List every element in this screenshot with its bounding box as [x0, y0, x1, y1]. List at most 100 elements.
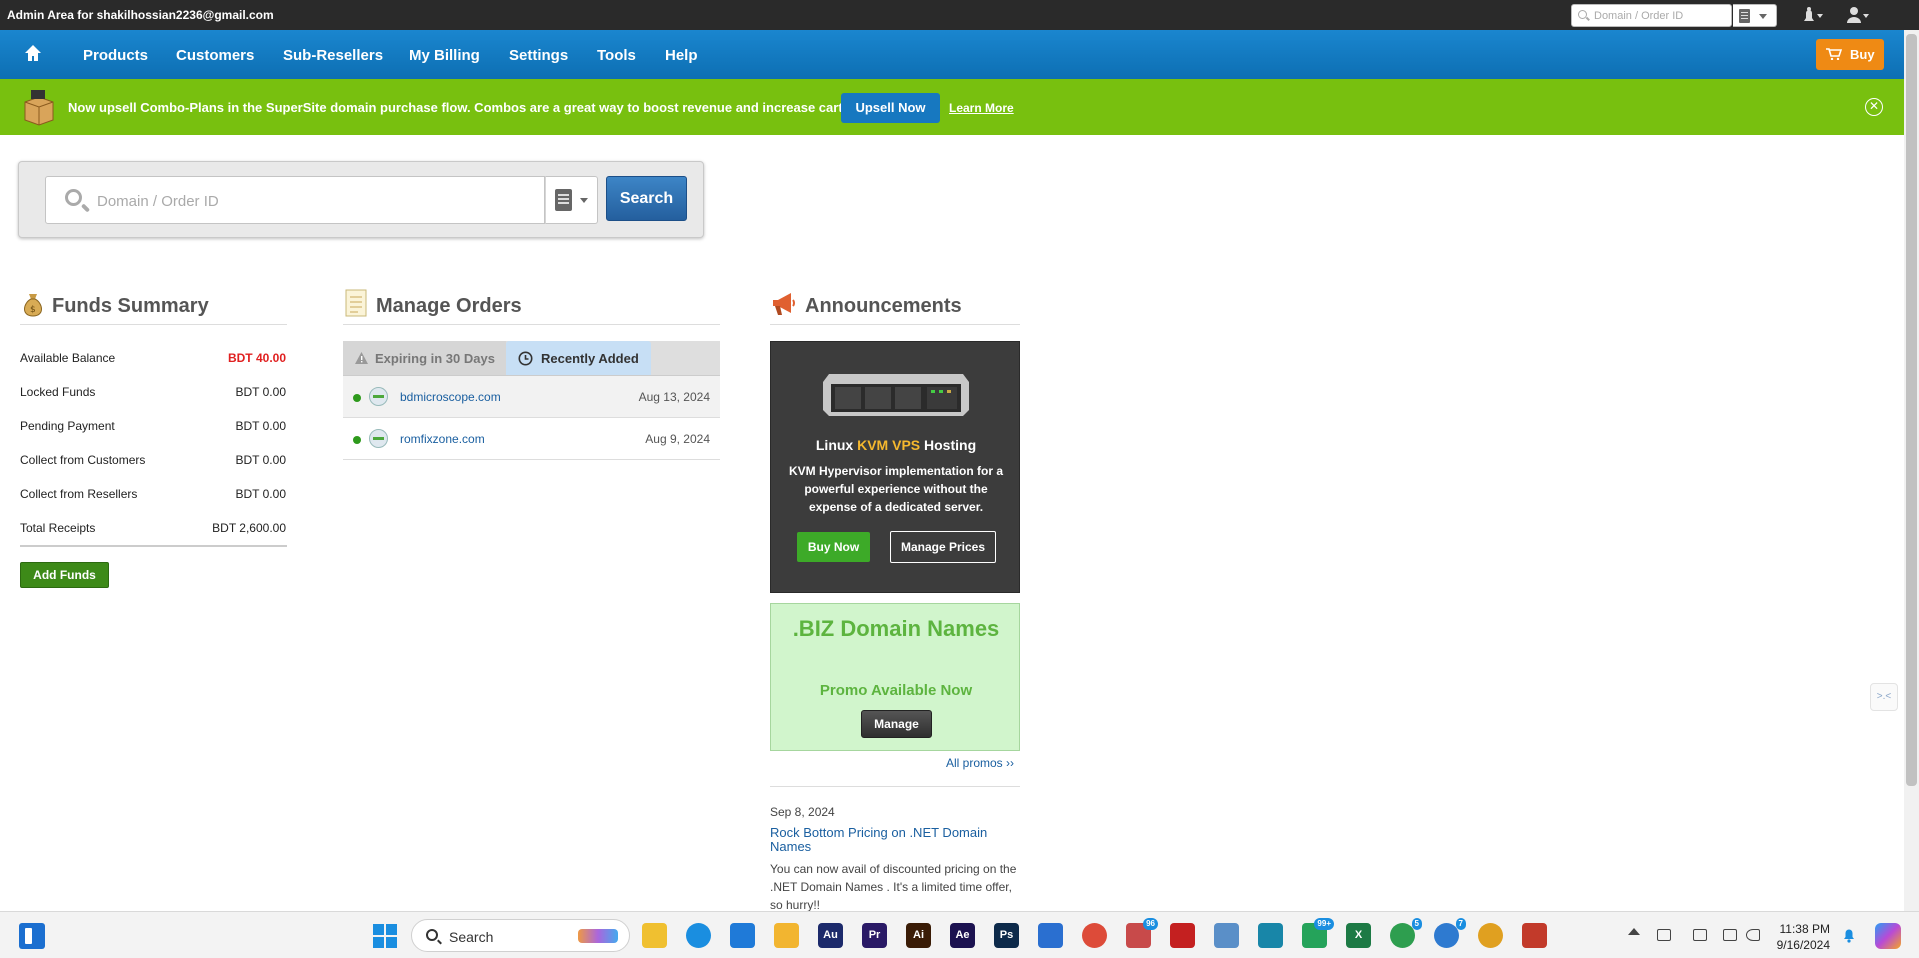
chrome-profile-2-icon[interactable]: 5 — [1390, 918, 1422, 948]
buy-label: Buy — [1850, 47, 1875, 62]
whatsapp-icon[interactable]: 99+ — [1302, 918, 1334, 948]
active-status-dot — [353, 436, 361, 444]
svg-text:$: $ — [30, 305, 36, 315]
fund-value: BDT 0.00 — [235, 453, 286, 467]
home-icon[interactable] — [24, 44, 42, 62]
clock[interactable]: 11:38 PM 9/16/2024 — [1770, 921, 1830, 953]
all-promos-link[interactable]: All promos ›› — [946, 756, 1014, 770]
server-image — [823, 370, 969, 416]
nav-tools[interactable]: Tools — [597, 47, 636, 64]
domain-globe-icon — [369, 387, 388, 406]
notifications-menu[interactable] — [1800, 6, 1824, 24]
keyboard-icon[interactable] — [1693, 929, 1707, 941]
combo-box-icon — [22, 88, 56, 126]
fund-label: Total Receipts — [20, 521, 96, 535]
nav-settings[interactable]: Settings — [509, 47, 568, 64]
nav-customers[interactable]: Customers — [176, 47, 254, 64]
add-funds-button[interactable]: Add Funds — [20, 562, 109, 588]
illustrator-icon[interactable]: Ai — [906, 923, 931, 948]
order-domain-link[interactable]: romfixzone.com — [400, 432, 485, 446]
notification-badge: 99+ — [1314, 918, 1334, 930]
tab-label: Expiring in 30 Days — [375, 351, 495, 366]
scrollbar-thumb[interactable] — [1906, 34, 1917, 786]
news-title-link[interactable]: Rock Bottom Pricing on .NET Domain Names — [770, 826, 1020, 854]
photoshop-icon[interactable]: Ps — [994, 923, 1019, 948]
tab-expiring[interactable]: Expiring in 30 Days — [343, 341, 506, 375]
premiere-icon[interactable]: Pr — [862, 923, 887, 948]
order-domain-link[interactable]: bdmicroscope.com — [400, 390, 501, 404]
kvm-buy-now-button[interactable]: Buy Now — [797, 532, 870, 562]
widgets-icon[interactable] — [19, 923, 45, 949]
divider — [770, 324, 1020, 325]
main-nav: Products Customers Sub-Resellers My Bill… — [0, 30, 1919, 79]
biz-manage-button[interactable]: Manage — [861, 710, 932, 738]
news-body: You can now avail of discounted pricing … — [770, 862, 1017, 912]
user-menu[interactable] — [1846, 6, 1870, 24]
side-widget-icon[interactable]: >.< — [1870, 683, 1898, 711]
onedrive-icon[interactable] — [1657, 929, 1671, 941]
warning-icon — [355, 352, 368, 364]
file-explorer-icon[interactable] — [642, 923, 667, 948]
clock-icon — [518, 351, 533, 366]
divider — [20, 324, 287, 325]
tab-recently-added[interactable]: Recently Added — [506, 341, 651, 375]
chrome-profile-3-icon[interactable]: 7 — [1434, 918, 1466, 948]
active-status-dot — [353, 394, 361, 402]
chrome-profile-4-icon[interactable] — [1478, 923, 1503, 948]
top-search-type-dropdown[interactable] — [1733, 4, 1777, 27]
available-balance-value: BDT 40.00 — [227, 351, 286, 365]
copilot-icon[interactable] — [1875, 923, 1901, 949]
table-row[interactable]: bdmicroscope.com Aug 13, 2024 — [343, 376, 720, 418]
biz-domain-promo-card: .BIZ Domain Names Promo Available Now Ma… — [770, 603, 1020, 751]
news-date: Sep 8, 2024 — [770, 805, 835, 819]
nav-sub-resellers[interactable]: Sub-Resellers — [283, 47, 383, 64]
domain-globe-icon — [369, 429, 388, 448]
after-effects-icon[interactable]: Ae — [950, 923, 975, 948]
buy-button[interactable]: Buy — [1816, 39, 1884, 70]
volume-icon[interactable] — [1746, 929, 1760, 941]
vscode-icon[interactable] — [730, 923, 755, 948]
order-doc-icon — [555, 189, 572, 211]
photos-icon[interactable] — [1214, 923, 1239, 948]
top-search-input[interactable]: Domain / Order ID — [1571, 4, 1732, 27]
table-row[interactable]: romfixzone.com Aug 9, 2024 — [343, 418, 720, 460]
davinci-icon[interactable] — [1170, 923, 1195, 948]
chevron-up-icon[interactable] — [1628, 928, 1640, 935]
snipping-icon[interactable] — [1522, 923, 1547, 948]
divider — [343, 324, 720, 325]
close-icon[interactable]: ✕ — [1865, 98, 1883, 116]
admin-top-bar: Admin Area for shakilhossian2236@gmail.c… — [0, 0, 1919, 30]
excel-icon[interactable]: X — [1346, 923, 1371, 948]
order-date: Aug 13, 2024 — [638, 390, 710, 404]
upsell-banner: Now upsell Combo-Plans in the SuperSite … — [0, 79, 1919, 135]
order-doc-icon — [1739, 9, 1750, 23]
clock-time: 11:38 PM — [1779, 922, 1830, 936]
search-placeholder: Domain / Order ID — [97, 193, 219, 210]
telegram-icon[interactable]: 96 — [1126, 918, 1158, 948]
chrome-icon[interactable] — [1082, 923, 1107, 948]
store-icon[interactable] — [1038, 923, 1063, 948]
kvm-title: Linux KVM VPS Hosting — [771, 437, 1021, 453]
windows-start-icon[interactable] — [373, 924, 397, 948]
biz-promo-text: Promo Available Now — [819, 682, 973, 699]
folder-icon[interactable] — [774, 923, 799, 948]
upsell-now-button[interactable]: Upsell Now — [841, 93, 940, 123]
nav-help[interactable]: Help — [665, 47, 698, 64]
taskbar-search-box[interactable]: Search — [411, 919, 630, 952]
learn-more-link[interactable]: Learn More — [949, 101, 1014, 115]
notification-bell-icon[interactable] — [1842, 927, 1856, 943]
edge-icon[interactable] — [686, 923, 711, 948]
notification-badge: 5 — [1411, 918, 1422, 930]
kvm-manage-prices-button[interactable]: Manage Prices — [890, 531, 996, 563]
nav-my-billing[interactable]: My Billing — [409, 47, 480, 64]
kvm-title-pre: Linux — [815, 437, 858, 453]
nav-products[interactable]: Products — [83, 47, 148, 64]
announcements-title: Announcements — [805, 295, 962, 317]
chevron-down-icon — [1759, 14, 1767, 19]
network-icon[interactable] — [1723, 929, 1737, 941]
audition-icon[interactable]: Au — [818, 923, 843, 948]
search-type-dropdown[interactable] — [545, 176, 598, 224]
domain-order-search-input[interactable]: Domain / Order ID — [45, 176, 545, 224]
search-button[interactable]: Search — [606, 176, 687, 221]
sticky-app-icon[interactable] — [1258, 923, 1283, 948]
